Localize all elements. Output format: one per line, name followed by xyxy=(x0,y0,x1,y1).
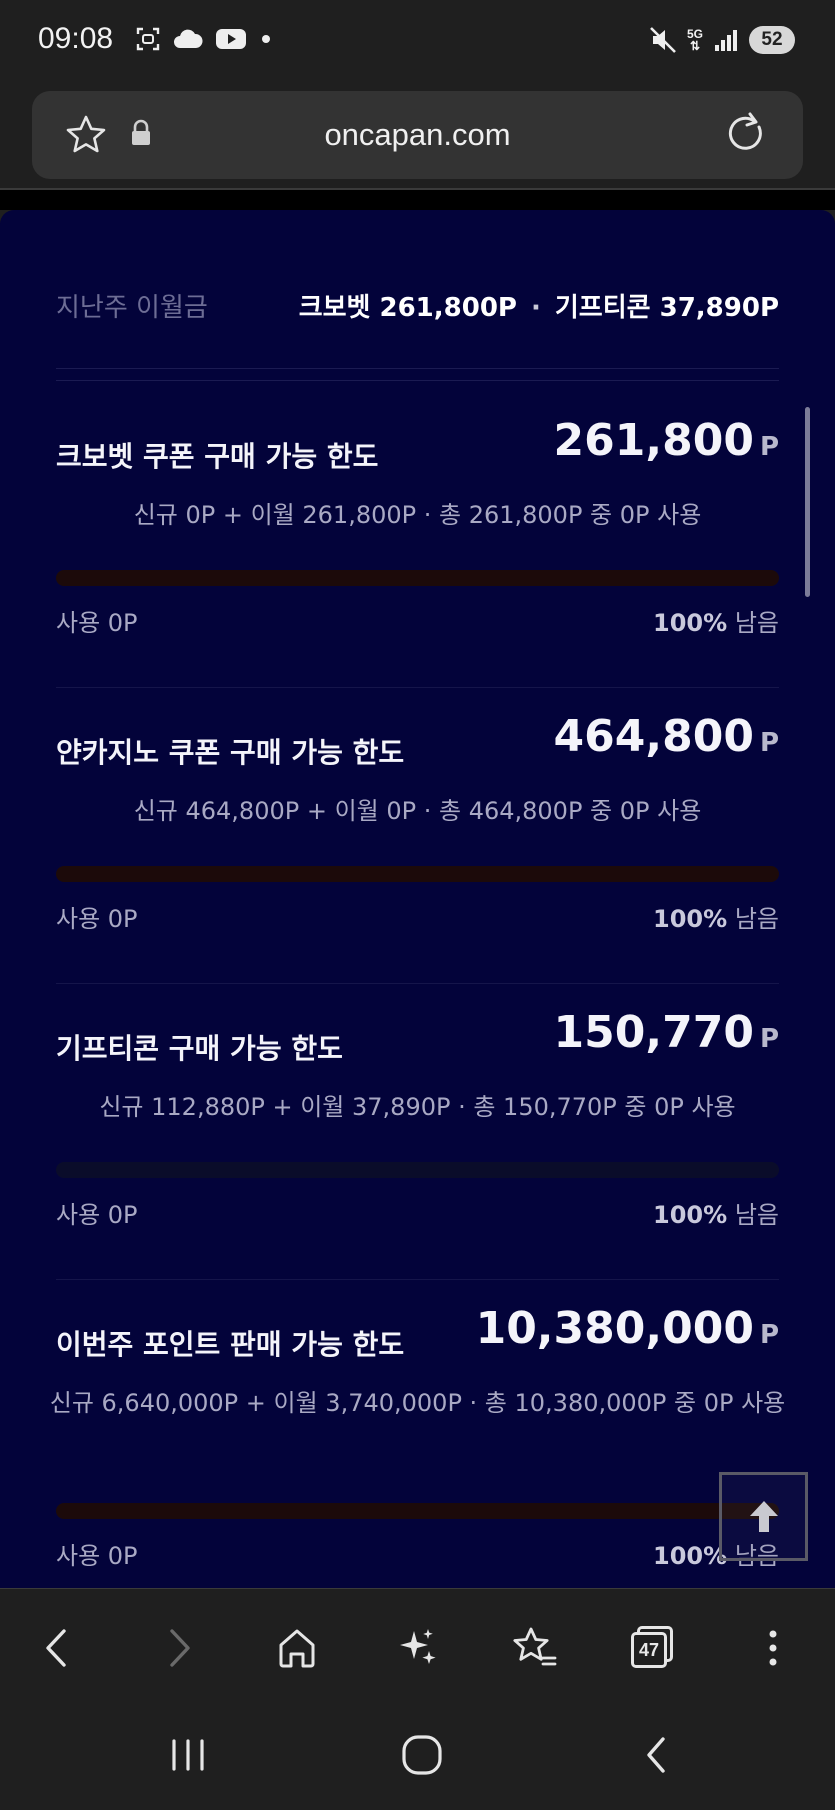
browser-gap xyxy=(0,190,835,210)
home-circle-icon xyxy=(402,1735,442,1775)
recent-apps-icon xyxy=(172,1739,204,1771)
star-list-icon xyxy=(513,1627,557,1666)
card-remaining-label: 남음 xyxy=(734,1201,779,1229)
card-amount-unit: P xyxy=(759,728,779,758)
summary-divider-2 xyxy=(56,380,779,381)
chevron-left-icon xyxy=(46,1629,66,1667)
more-menu-button[interactable] xyxy=(746,1621,800,1675)
card-remaining-percent: 100% xyxy=(653,609,728,637)
url-text[interactable]: oncapan.com xyxy=(32,117,803,153)
home-icon xyxy=(279,1629,315,1668)
carryover-summary: 지난주 이월금 크보벳 261,800P · 기프티콘 37,890P xyxy=(56,287,779,327)
signal-icon xyxy=(715,30,737,51)
card-amount-value: 261,800 xyxy=(553,415,754,466)
card-detail: 신규 6,640,000P + 이월 3,740,000P · 총 10,380… xyxy=(49,1389,786,1417)
scroll-to-top-button[interactable] xyxy=(719,1472,808,1561)
card-divider xyxy=(56,1279,779,1280)
recent-apps-button[interactable] xyxy=(158,1730,218,1780)
status-icons-right: 5G ⇅ 52 xyxy=(649,26,795,54)
arrow-up-icon xyxy=(749,1500,778,1532)
forward-button[interactable] xyxy=(152,1621,206,1675)
card-amount-value: 464,800 xyxy=(553,711,754,762)
carryover-values: 크보벳 261,800P · 기프티콘 37,890P xyxy=(299,287,779,324)
youtube-icon xyxy=(216,29,246,49)
card-remaining-percent: 100% xyxy=(653,1542,728,1570)
card-title: 크보벳 쿠폰 구매 가능 한도 xyxy=(56,440,379,473)
card-title: 얀카지노 쿠폰 구매 가능 한도 xyxy=(56,736,405,769)
more-vertical-icon xyxy=(769,1630,777,1666)
browser-toolbar: 47 xyxy=(0,1588,835,1701)
home-nav-button[interactable] xyxy=(392,1730,452,1780)
carryover-label: 지난주 이월금 xyxy=(56,293,208,323)
ai-assist-button[interactable] xyxy=(390,1621,444,1675)
address-bar[interactable]: oncapan.com xyxy=(32,91,803,179)
card-used: 사용 0P xyxy=(56,1542,138,1570)
card-used: 사용 0P xyxy=(56,609,138,637)
card-amount: 150,770 P xyxy=(554,1007,779,1058)
card-remaining: 100% 남음 xyxy=(653,1195,779,1230)
tab-count: 47 xyxy=(638,1639,660,1660)
status-bar: 09:08 5G ⇅ 52 xyxy=(0,0,835,86)
card-remaining-label: 남음 xyxy=(734,905,779,933)
cloud-icon xyxy=(174,29,203,48)
bookmarks-button[interactable] xyxy=(508,1621,562,1675)
card-remaining-percent: 100% xyxy=(653,1201,728,1229)
card-detail: 신규 0P + 이월 261,800P · 총 261,800P 중 0P 사용 xyxy=(133,501,702,529)
page-content: 지난주 이월금 크보벳 261,800P · 기프티콘 37,890P 크보벳 쿠폰… xyxy=(0,210,835,1588)
card-amount-unit: P xyxy=(759,1024,779,1054)
card-detail: 신규 464,800P + 이월 0P · 총 464,800P 중 0P 사용 xyxy=(133,797,702,825)
usage-progress-bar xyxy=(56,1162,779,1178)
sparkle-icon xyxy=(400,1629,436,1664)
chevron-right-icon xyxy=(170,1629,190,1667)
back-button[interactable] xyxy=(30,1621,84,1675)
card-amount-value: 10,380,000 xyxy=(475,1303,754,1354)
card-detail: 신규 112,880P + 이월 37,890P · 총 150,770P 중 … xyxy=(99,1093,736,1121)
card-remaining-percent: 100% xyxy=(653,905,728,933)
status-icons-left xyxy=(135,26,273,52)
tabs-button[interactable]: 47 xyxy=(626,1621,680,1675)
reload-icon[interactable] xyxy=(723,111,769,157)
card-remaining: 100% 남음 xyxy=(653,603,779,638)
carryover-separator: · xyxy=(530,293,541,323)
card-used: 사용 0P xyxy=(56,1201,138,1229)
card-title: 이번주 포인트 판매 가능 한도 xyxy=(56,1328,405,1361)
system-nav-bar xyxy=(0,1700,835,1810)
card-amount: 261,800 P xyxy=(554,415,779,466)
card-amount-value: 150,770 xyxy=(553,1007,754,1058)
card-remaining: 100% 남음 xyxy=(653,899,779,934)
card-amount-unit: P xyxy=(759,1320,779,1350)
card-title: 기프티콘 구매 가능 한도 xyxy=(56,1032,343,1065)
back-nav-icon xyxy=(647,1737,665,1773)
usage-progress-bar xyxy=(56,570,779,586)
card-used: 사용 0P xyxy=(56,905,138,933)
mute-icon xyxy=(650,27,676,53)
carryover-kbobet: 크보벳 261,800P xyxy=(298,293,517,323)
card-amount-unit: P xyxy=(759,432,779,462)
card-divider xyxy=(56,983,779,984)
network-arrows-icon: ⇅ xyxy=(689,39,701,53)
card-amount: 10,380,000 P xyxy=(476,1303,779,1354)
summary-divider xyxy=(56,368,779,369)
usage-progress-bar xyxy=(56,1503,779,1519)
network-indicator: 5G ⇅ xyxy=(687,28,703,52)
home-button[interactable] xyxy=(270,1621,324,1675)
back-nav-button[interactable] xyxy=(626,1730,686,1780)
usage-progress-bar xyxy=(56,866,779,882)
scrollbar-thumb[interactable] xyxy=(805,407,810,597)
screenshot-icon xyxy=(136,27,160,51)
carryover-gifticon: 기프티콘 37,890P xyxy=(554,293,779,323)
card-divider xyxy=(56,687,779,688)
status-time: 09:08 xyxy=(38,22,114,55)
card-remaining-label: 남음 xyxy=(734,609,779,637)
tabs-icon: 47 xyxy=(631,1626,675,1670)
battery-icon: 52 xyxy=(749,26,795,54)
card-amount: 464,800 P xyxy=(554,711,779,762)
notification-dot-icon xyxy=(262,35,270,43)
